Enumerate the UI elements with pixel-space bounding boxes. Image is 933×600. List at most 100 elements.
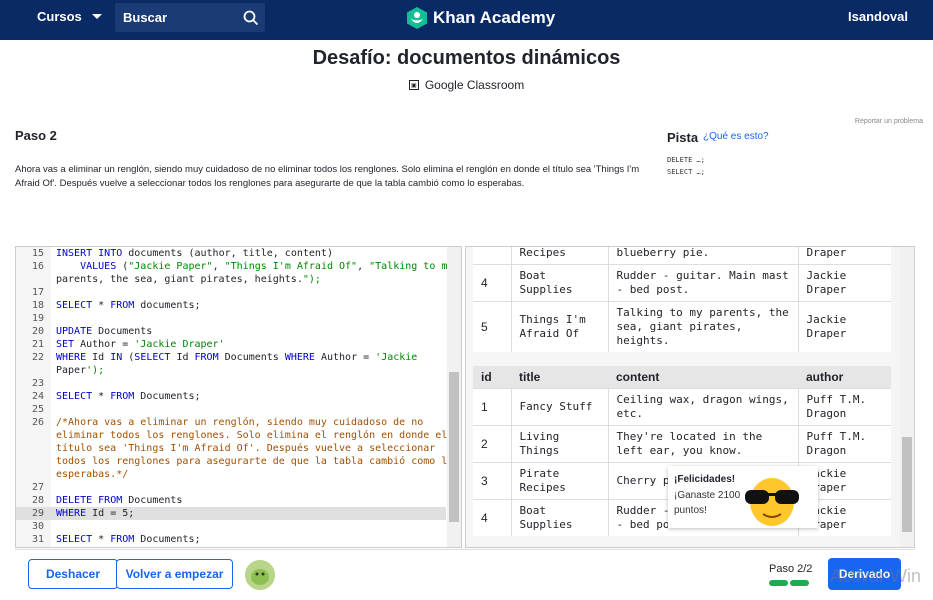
code-line[interactable]: esperabas.*/	[16, 468, 446, 481]
code-text[interactable]: SELECT * FROM Documents;	[56, 533, 201, 546]
table-cell: Recipes	[510, 247, 608, 265]
code-text[interactable]: esperabas.*/	[56, 468, 128, 481]
code-line[interactable]: 25	[16, 403, 446, 416]
line-number: 18	[31, 300, 44, 311]
code-line[interactable]: todos los renglones para asegurarte de q…	[16, 455, 453, 468]
editor-scrollbar-thumb[interactable]	[449, 372, 459, 522]
line-number: 29	[31, 508, 44, 519]
line-number: 21	[31, 339, 44, 350]
toast-title: ¡Felicidades!	[674, 474, 736, 485]
results-scrollbar-thumb[interactable]	[902, 437, 912, 532]
column-header: id	[473, 366, 511, 388]
table-cell: blueberry pie.	[607, 247, 798, 265]
code-text[interactable]: DELETE FROM Documents	[56, 494, 182, 507]
code-text[interactable]: título sea 'Things I'm Afraid Of'. Despu…	[56, 442, 435, 455]
table-cell: 4	[473, 498, 511, 536]
code-line[interactable]: 26 /*Ahora vas a eliminar un renglón, sie…	[16, 416, 446, 429]
khan-academy-logo[interactable]: Khan Academy	[407, 7, 555, 29]
code-line[interactable]: 21 SET Author = 'Jackie Draper'	[16, 338, 446, 351]
hint-line: SELECT …;	[667, 168, 705, 176]
search-box[interactable]: Buscar	[115, 3, 265, 32]
page-title: Desafío: documentos dinámicos	[312, 47, 621, 69]
logo-text: Khan Academy	[433, 8, 556, 27]
search-icon[interactable]	[237, 4, 265, 32]
table-row: 5 Things I'm Afraid Of Talking to my paren…	[473, 301, 891, 352]
courses-menu[interactable]: Cursos	[37, 9, 102, 24]
results-table-previous: Recipes blueberry pie. Draper 4 Boat Supplie…	[473, 247, 891, 352]
code-text[interactable]: SELECT * FROM Documents;	[56, 390, 201, 403]
code-line[interactable]: 31 SELECT * FROM Documents;	[16, 533, 446, 546]
code-text[interactable]: SET Author = 'Jackie Draper'	[56, 338, 225, 351]
table-cell: Ceiling wax, dragon wings, etc.	[607, 387, 798, 425]
code-text[interactable]: UPDATE Documents	[56, 325, 152, 338]
table-row: 1 Fancy Stuff Ceiling wax, dragon wings, e…	[473, 387, 891, 425]
line-number: 19	[31, 313, 44, 324]
code-editor[interactable]: 15 INSERT INTO documents (author, title, …	[15, 246, 462, 548]
editor-scrollbar[interactable]	[447, 247, 461, 547]
code-text[interactable]: WHERE Id IN (SELECT Id FROM Documents WH…	[56, 351, 417, 364]
code-text[interactable]: VALUES ("Jackie Paper", "Things I'm Afra…	[56, 260, 453, 273]
table-row: Recipes blueberry pie. Draper	[473, 247, 891, 265]
table-cell: Jackie Draper	[797, 264, 891, 302]
results-scrollbar[interactable]	[900, 247, 914, 547]
code-text[interactable]: eliminar todos los renglones. Solo elimi…	[56, 429, 447, 442]
code-line[interactable]: 18 SELECT * FROM documents;	[16, 299, 446, 312]
google-classroom-link[interactable]: ▣ Google Classroom	[0, 78, 933, 92]
code-line[interactable]: eliminar todos los renglones. Solo elimi…	[16, 429, 447, 442]
code-line[interactable]: 29 WHERE Id = 5;	[16, 507, 446, 520]
avatar-icon[interactable]	[245, 560, 275, 590]
khan-leaf-icon	[407, 7, 427, 29]
table-row: 4Boat SuppliesRudder - guitar. Main mast…	[473, 264, 891, 302]
table-cell: 4	[473, 264, 511, 302]
code-text[interactable]: INSERT INTO documents (author, title, co…	[56, 247, 333, 260]
code-text[interactable]: /*Ahora vas a eliminar un renglón, siend…	[56, 416, 423, 429]
table-cell: Things I'm Afraid Of	[510, 301, 608, 352]
sunglasses-mascot-icon	[745, 478, 799, 526]
chevron-down-icon	[91, 14, 102, 19]
code-text[interactable]: todos los renglones para asegurarte de q…	[56, 455, 453, 468]
code-line[interactable]: 19	[16, 312, 446, 325]
start-over-button[interactable]: Volver a empezar	[116, 559, 233, 589]
table-cell: Living Things	[510, 424, 608, 462]
code-line[interactable]: 24 SELECT * FROM Documents;	[16, 390, 446, 403]
column-header: content	[608, 366, 798, 388]
code-text[interactable]: parents, the sea, giant pirates, heights…	[56, 273, 321, 286]
google-classroom-label: Google Classroom	[424, 78, 525, 92]
line-number: 31	[31, 534, 44, 545]
code-line[interactable]: 17	[16, 286, 446, 299]
hint-heading: Pista	[667, 130, 699, 145]
column-header: author	[798, 366, 891, 388]
code-line[interactable]: 28 DELETE FROM Documents	[16, 494, 446, 507]
table-cell: Puff T.M. Dragon	[797, 387, 891, 425]
report-problem-link[interactable]: Reportar un problema	[855, 118, 923, 125]
code-line[interactable]: 16 VALUES ("Jackie Paper", "Things I'm A…	[16, 260, 453, 273]
table-cell: Puff T.M. Dragon	[797, 424, 891, 462]
table-row: 2 Living Things They're located in the lef…	[473, 424, 891, 462]
code-line[interactable]: parents, the sea, giant pirates, heights…	[16, 273, 446, 286]
code-text[interactable]: Paper');	[56, 364, 104, 377]
courses-label: Cursos	[37, 9, 82, 24]
user-menu[interactable]: Isandoval	[848, 9, 908, 24]
line-number: 20	[31, 326, 44, 337]
code-line[interactable]: 22 WHERE Id IN (SELECT Id FROM Documents …	[16, 351, 446, 364]
code-line[interactable]: 30	[16, 520, 446, 533]
table-cell: Draper	[797, 247, 891, 265]
code-text[interactable]: WHERE Id = 5;	[56, 507, 134, 520]
undo-button[interactable]: Deshacer	[28, 559, 118, 589]
code-line[interactable]: 23	[16, 377, 446, 390]
google-classroom-icon: ▣	[408, 80, 419, 90]
line-number: 28	[31, 495, 44, 506]
code-line[interactable]: 27	[16, 481, 446, 494]
table-cell: They're located in the left ear, you kno…	[607, 424, 798, 462]
code-line[interactable]: Paper');	[16, 364, 446, 377]
code-text[interactable]: SELECT * FROM documents;	[56, 299, 201, 312]
code-line[interactable]: 20 UPDATE Documents	[16, 325, 446, 338]
bottom-toolbar: Deshacer Volver a empezar Paso 2/2 Deriv…	[15, 549, 915, 597]
top-navigation-bar: Cursos Buscar Khan Academy Isandoval	[0, 0, 933, 40]
search-input[interactable]: Buscar	[123, 10, 237, 25]
hint-help-link[interactable]: ¿Qué es esto?	[703, 131, 769, 142]
code-line[interactable]: título sea 'Things I'm Afraid Of'. Despu…	[16, 442, 446, 455]
congrats-toast: ¡Felicidades! ¡Ganaste 2100 puntos!	[668, 466, 818, 528]
code-line[interactable]: 15 INSERT INTO documents (author, title, …	[16, 247, 446, 260]
column-header: title	[511, 366, 608, 388]
